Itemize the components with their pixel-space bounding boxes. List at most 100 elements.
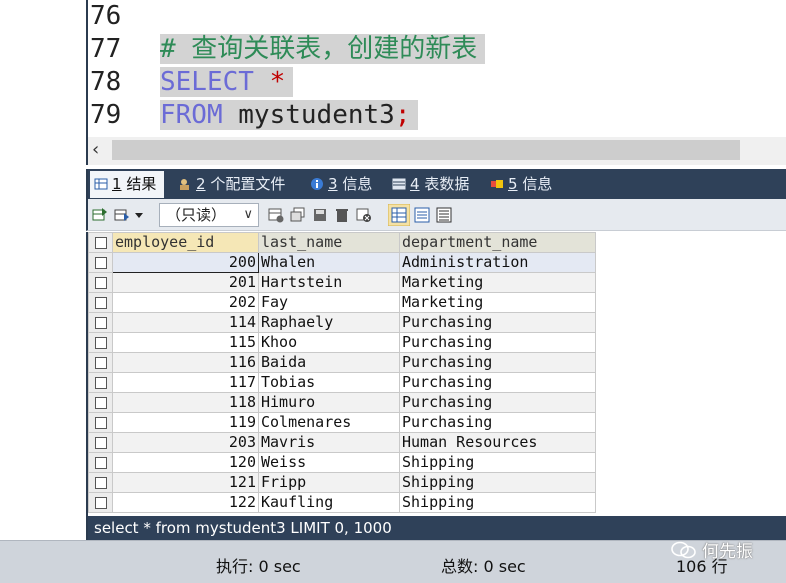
- cell-department-name[interactable]: Purchasing: [399, 312, 596, 333]
- cell-last-name[interactable]: Fay: [258, 292, 400, 313]
- cell-last-name[interactable]: Fripp: [258, 472, 400, 493]
- add-row-icon[interactable]: [268, 207, 284, 223]
- scroll-left-icon[interactable]: ‹: [92, 139, 99, 160]
- cell-employee-id[interactable]: 114: [112, 312, 259, 333]
- cell-last-name[interactable]: Raphaely: [258, 312, 400, 333]
- column-header[interactable]: last_name: [258, 232, 400, 253]
- table-row[interactable]: 119 Colmenares Purchasing: [88, 412, 596, 433]
- row-checkbox[interactable]: [88, 252, 113, 273]
- row-checkbox[interactable]: [88, 432, 113, 453]
- chevron-down-icon: ∨: [243, 207, 253, 222]
- column-header[interactable]: department_name: [399, 232, 596, 253]
- row-checkbox[interactable]: [88, 372, 113, 393]
- cell-employee-id[interactable]: 116: [112, 352, 259, 373]
- sql-comment: # 查询关联表，创建的新表: [160, 34, 486, 64]
- cell-last-name[interactable]: Colmenares: [258, 412, 400, 433]
- cell-employee-id[interactable]: 115: [112, 332, 259, 353]
- form-view-icon[interactable]: [414, 207, 430, 223]
- save-icon[interactable]: [312, 207, 328, 223]
- table-row[interactable]: 200 Whalen Administration: [88, 252, 596, 273]
- cell-employee-id[interactable]: 120: [112, 452, 259, 473]
- table-row[interactable]: 122 Kaufling Shipping: [88, 492, 596, 513]
- import-icon[interactable]: [114, 207, 130, 223]
- select-all-checkbox[interactable]: [88, 232, 113, 253]
- table-row[interactable]: 117 Tobias Purchasing: [88, 372, 596, 393]
- cell-last-name[interactable]: Kaufling: [258, 492, 400, 513]
- readonly-select[interactable]: （只读） ∨: [159, 203, 259, 227]
- cell-department-name[interactable]: Shipping: [399, 472, 596, 493]
- table-row[interactable]: 201 Hartstein Marketing: [88, 272, 596, 293]
- cell-employee-id[interactable]: 117: [112, 372, 259, 393]
- row-checkbox[interactable]: [88, 272, 113, 293]
- checkbox-icon: [94, 416, 107, 429]
- code-line-77[interactable]: # 查询关联表，创建的新表: [160, 33, 486, 65]
- editor-horizontal-scrollbar[interactable]: ‹: [86, 137, 786, 165]
- tab-number: 5: [508, 175, 518, 193]
- tab-profiles[interactable]: 2 个配置文件: [174, 171, 285, 198]
- row-checkbox[interactable]: [88, 352, 113, 373]
- cell-employee-id[interactable]: 122: [112, 492, 259, 513]
- cell-employee-id[interactable]: 201: [112, 272, 259, 293]
- duplicate-row-icon[interactable]: [290, 207, 306, 223]
- tab-table-data[interactable]: 4 表数据: [388, 171, 469, 198]
- cell-department-name[interactable]: Purchasing: [399, 392, 596, 413]
- tab-info[interactable]: 5 信息: [486, 171, 552, 198]
- scrollbar-thumb[interactable]: [112, 140, 740, 160]
- cell-employee-id[interactable]: 121: [112, 472, 259, 493]
- cell-department-name[interactable]: Purchasing: [399, 352, 596, 373]
- cell-last-name[interactable]: Mavris: [258, 432, 400, 453]
- table-row[interactable]: 116 Baida Purchasing: [88, 352, 596, 373]
- cell-last-name[interactable]: Himuro: [258, 392, 400, 413]
- cell-last-name[interactable]: Whalen: [258, 252, 400, 273]
- cell-department-name[interactable]: Human Resources: [399, 432, 596, 453]
- table-row[interactable]: 115 Khoo Purchasing: [88, 332, 596, 353]
- cell-last-name[interactable]: Khoo: [258, 332, 400, 353]
- row-checkbox[interactable]: [88, 312, 113, 333]
- cell-employee-id[interactable]: 202: [112, 292, 259, 313]
- table-row[interactable]: 118 Himuro Purchasing: [88, 392, 596, 413]
- text-view-icon[interactable]: [436, 207, 452, 223]
- row-checkbox[interactable]: [88, 452, 113, 473]
- checkbox-icon: [94, 276, 107, 289]
- row-checkbox[interactable]: [88, 472, 113, 493]
- cell-department-name[interactable]: Marketing: [399, 292, 596, 313]
- cell-department-name[interactable]: Marketing: [399, 272, 596, 293]
- cell-employee-id[interactable]: 118: [112, 392, 259, 413]
- delete-icon[interactable]: [334, 207, 350, 223]
- table-row[interactable]: 203 Mavris Human Resources: [88, 432, 596, 453]
- sql-editor[interactable]: 76 77 78 79 # 查询关联表，创建的新表 SELECT * FROM …: [86, 0, 786, 137]
- cell-department-name[interactable]: Shipping: [399, 492, 596, 513]
- cell-last-name[interactable]: Tobias: [258, 372, 400, 393]
- tab-messages[interactable]: 3 信息: [306, 171, 372, 198]
- row-checkbox[interactable]: [88, 292, 113, 313]
- cell-department-name[interactable]: Administration: [399, 252, 596, 273]
- cell-last-name[interactable]: Weiss: [258, 452, 400, 473]
- column-header[interactable]: employee_id: [112, 232, 259, 253]
- cell-employee-id[interactable]: 200: [112, 252, 259, 273]
- row-checkbox[interactable]: [88, 412, 113, 433]
- chevron-down-icon[interactable]: [134, 207, 144, 223]
- export-icon[interactable]: [92, 207, 108, 223]
- cell-department-name[interactable]: Purchasing: [399, 372, 596, 393]
- code-line-79[interactable]: FROM mystudent3;: [160, 99, 419, 131]
- cell-employee-id[interactable]: 203: [112, 432, 259, 453]
- table-row[interactable]: 114 Raphaely Purchasing: [88, 312, 596, 333]
- row-checkbox[interactable]: [88, 492, 113, 513]
- cell-last-name[interactable]: Baida: [258, 352, 400, 373]
- table-row[interactable]: 202 Fay Marketing: [88, 292, 596, 313]
- cell-department-name[interactable]: Purchasing: [399, 412, 596, 433]
- row-checkbox[interactable]: [88, 332, 113, 353]
- tab-results[interactable]: 1 结果: [90, 171, 165, 198]
- cell-employee-id[interactable]: 119: [112, 412, 259, 433]
- cancel-icon[interactable]: [356, 207, 372, 223]
- cell-department-name[interactable]: Purchasing: [399, 332, 596, 353]
- grid-view-icon[interactable]: [388, 204, 410, 226]
- result-tabs: 1 结果 2 个配置文件 3 信息 4 表数据 5 信息: [86, 169, 786, 199]
- cell-department-name[interactable]: Shipping: [399, 452, 596, 473]
- cell-last-name[interactable]: Hartstein: [258, 272, 400, 293]
- table-row[interactable]: 120 Weiss Shipping: [88, 452, 596, 473]
- result-grid[interactable]: employee_id last_name department_name 20…: [86, 232, 786, 516]
- table-row[interactable]: 121 Fripp Shipping: [88, 472, 596, 493]
- code-line-78[interactable]: SELECT *: [160, 66, 294, 98]
- row-checkbox[interactable]: [88, 392, 113, 413]
